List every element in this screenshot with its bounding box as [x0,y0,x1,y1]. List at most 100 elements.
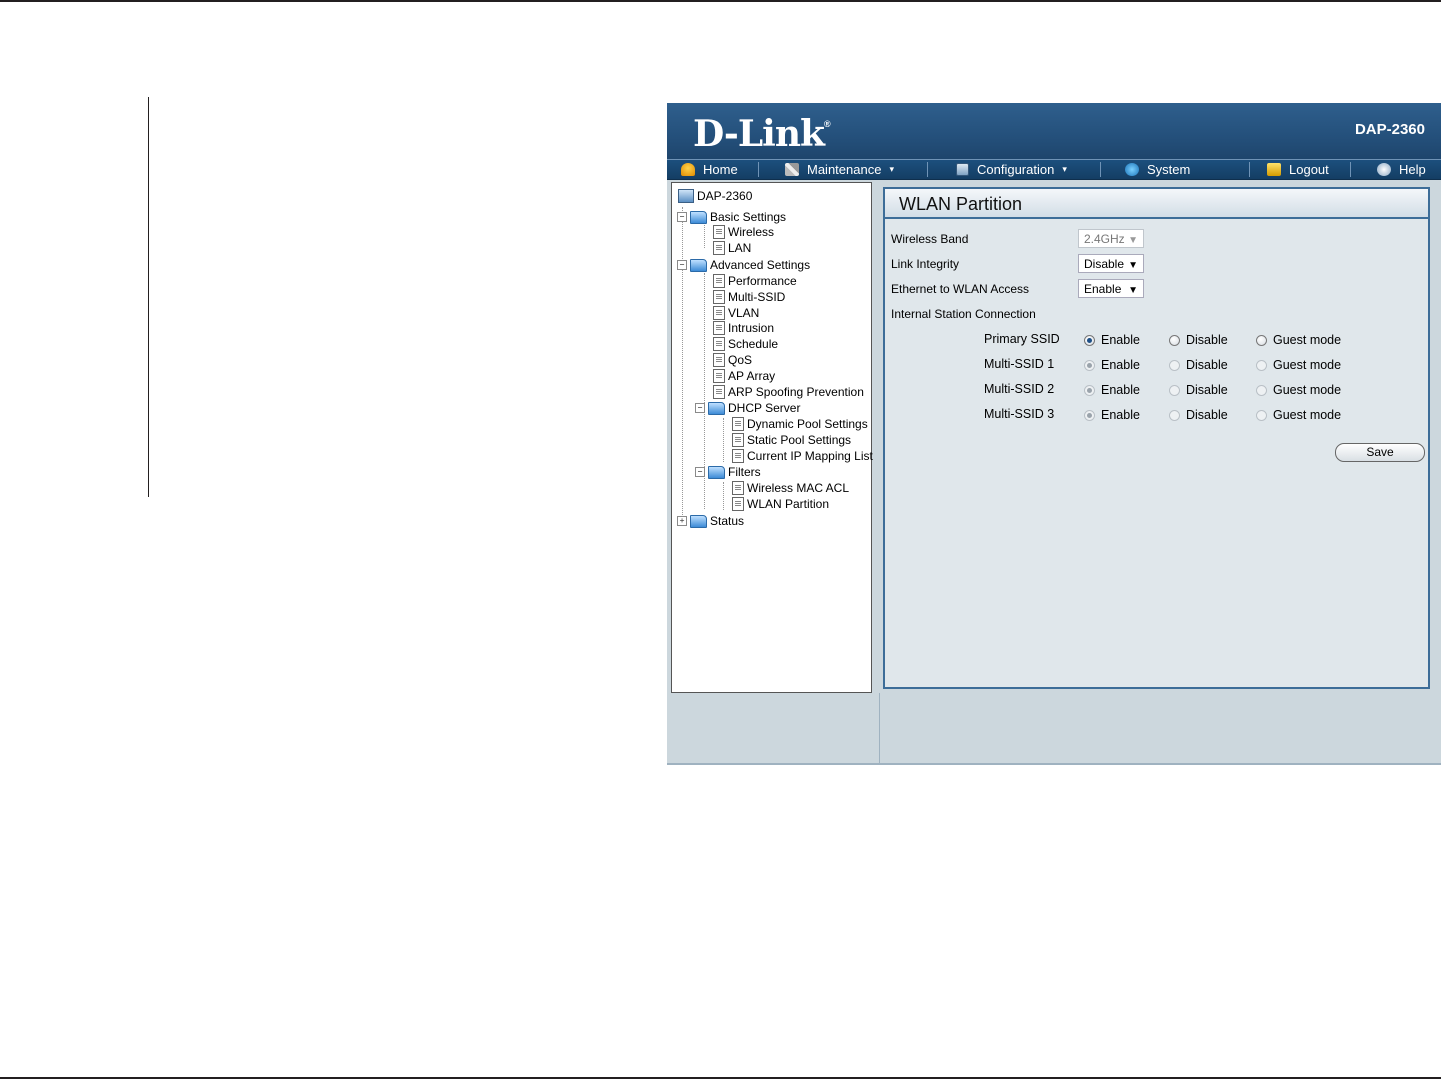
tree-item-qos[interactable]: QoS [713,352,752,368]
tools-icon [785,163,799,176]
tree-item-arp-spoofing-prevention[interactable]: ARP Spoofing Prevention [713,384,864,400]
settings-panel: WLAN Partition Wireless Band 2.4GHz ▼ Li… [883,187,1430,689]
menu-divider [1100,162,1101,177]
collapse-icon[interactable]: − [695,467,705,477]
page-top-rule [0,0,1441,2]
menu-logout[interactable]: Logout [1267,160,1329,179]
tree-item-lan[interactable]: LAN [713,240,751,256]
expand-icon[interactable]: + [677,516,687,526]
page-title: WLAN Partition [885,189,1428,219]
page-icon [732,433,744,447]
tree-item-current-ip-mapping-list[interactable]: Current IP Mapping List [732,448,873,464]
tree-item-wlan-partition[interactable]: WLAN Partition [732,496,829,512]
tree-item-multi-ssid[interactable]: Multi-SSID [713,289,785,305]
radio-empty-icon [1256,409,1267,421]
page-icon [732,497,744,511]
menu-maintenance[interactable]: Maintenance ▾ [785,160,894,179]
menu-divider [758,162,759,177]
multi-ssid-3-guest-radio[interactable]: Guest mode [1256,408,1341,422]
page-icon [713,306,725,320]
multi-ssid-1-guest-radio[interactable]: Guest mode [1256,358,1341,372]
radio-empty-icon [1256,384,1267,396]
multi-ssid-3-enable-radio[interactable]: Enable [1084,408,1140,422]
folder-icon [708,401,725,415]
collapse-icon[interactable]: − [695,403,705,413]
radio-empty-icon [1256,334,1267,346]
menu-help[interactable]: Help [1377,160,1426,179]
page-icon [732,449,744,463]
tree-item-vlan[interactable]: VLAN [713,305,759,321]
primary-ssid-label: Primary SSID [984,332,1060,346]
page-icon [713,353,725,367]
dlink-logo: D-Link® [693,113,831,155]
frame-bottom-edge [667,763,1441,765]
save-button[interactable]: Save [1335,443,1425,462]
page-bottom-rule [0,1077,1441,1079]
menu-configuration[interactable]: Configuration ▾ [956,160,1067,179]
tree-item-dynamic-pool-settings[interactable]: Dynamic Pool Settings [732,416,868,432]
logout-icon [1267,163,1281,176]
chevron-down-icon: ▼ [1128,235,1138,246]
home-icon [681,163,695,176]
computer-icon [678,189,694,203]
tree-item-ap-array[interactable]: AP Array [713,368,775,384]
tree-item-performance[interactable]: Performance [713,273,797,289]
multi-ssid-2-guest-radio[interactable]: Guest mode [1256,383,1341,397]
primary-ssid-disable-radio[interactable]: Disable [1169,333,1228,347]
multi-ssid-1-disable-radio[interactable]: Disable [1169,358,1228,372]
folder-icon [708,465,725,479]
menu-home[interactable]: Home [681,160,738,179]
multi-ssid-1-enable-radio[interactable]: Enable [1084,358,1140,372]
header-banner: D-Link® DAP-2360 [667,103,1441,159]
navigation-tree: DAP-2360 − Basic Settings Wireless LAN −… [671,182,873,693]
link-integrity-label: Link Integrity [891,257,960,271]
radio-selected-icon [1084,409,1095,421]
tree-item-dhcp-server[interactable]: − DHCP Server [695,400,800,416]
menu-system[interactable]: System [1125,160,1190,179]
multi-ssid-3-disable-radio[interactable]: Disable [1169,408,1228,422]
top-menu-bar: Home Maintenance ▾ Configuration ▾ Syste… [667,159,1441,180]
menu-divider [927,162,928,177]
tree-connector [723,482,724,510]
tree-connector [682,207,683,519]
page-icon [713,241,725,255]
link-integrity-select[interactable]: Disable ▼ [1078,254,1144,273]
page-icon [732,417,744,431]
page-icon [713,274,725,288]
folder-icon [690,210,707,224]
tree-item-root[interactable]: DAP-2360 [678,188,752,204]
help-icon [1377,163,1391,176]
page-icon [713,321,725,335]
tree-item-advanced-settings[interactable]: − Advanced Settings [677,257,810,273]
multi-ssid-3-label: Multi-SSID 3 [984,407,1055,421]
radio-empty-icon [1169,384,1180,396]
primary-ssid-enable-radio[interactable]: Enable [1084,333,1140,347]
ethernet-to-wlan-select[interactable]: Enable ▼ [1078,279,1144,298]
radio-empty-icon [1169,334,1180,346]
tree-item-filters[interactable]: − Filters [695,464,761,480]
tree-item-status[interactable]: + Status [677,513,744,529]
margin-rule [148,97,149,497]
collapse-icon[interactable]: − [677,260,687,270]
radio-selected-icon [1084,359,1095,371]
chevron-down-icon: ▼ [1128,285,1138,296]
tree-connector [723,418,724,462]
tree-item-schedule[interactable]: Schedule [713,336,778,352]
primary-ssid-guest-radio[interactable]: Guest mode [1256,333,1341,347]
multi-ssid-2-label: Multi-SSID 2 [984,382,1055,396]
multi-ssid-2-disable-radio[interactable]: Disable [1169,383,1228,397]
router-web-ui: D-Link® DAP-2360 Home Maintenance ▾ Conf… [667,103,1441,765]
wireless-band-label: Wireless Band [891,232,969,246]
globe-icon [1125,163,1139,176]
folder-icon [690,514,707,528]
ethernet-to-wlan-label: Ethernet to WLAN Access [891,282,1030,296]
radio-empty-icon [1256,359,1267,371]
collapse-icon[interactable]: − [677,212,687,222]
tree-item-wireless[interactable]: Wireless [713,224,774,240]
tree-item-wireless-mac-acl[interactable]: Wireless MAC ACL [732,480,849,496]
multi-ssid-2-enable-radio[interactable]: Enable [1084,383,1140,397]
tree-item-intrusion[interactable]: Intrusion [713,320,774,336]
tree-item-static-pool-settings[interactable]: Static Pool Settings [732,432,851,448]
wireless-band-select[interactable]: 2.4GHz ▼ [1078,229,1144,248]
tree-item-basic-settings[interactable]: − Basic Settings [677,209,786,225]
